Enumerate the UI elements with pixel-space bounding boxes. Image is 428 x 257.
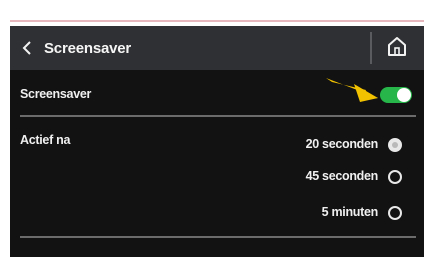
divider-1 <box>20 115 416 117</box>
back-button[interactable]: Screensaver <box>22 34 131 62</box>
home-icon <box>386 35 408 62</box>
option-label-45s: 45 seconden <box>305 169 379 183</box>
option-label-20s: 20 seconden <box>305 137 379 151</box>
option-label-5min: 5 minuten <box>321 205 379 219</box>
chevron-left-icon <box>22 41 32 55</box>
screensaver-label: Screensaver <box>20 87 92 101</box>
divider-2 <box>20 236 416 238</box>
screenshot-frame: Screensaver Screensaver Actief na 20 sec… <box>0 0 428 257</box>
radio-45-seconden[interactable] <box>388 170 402 184</box>
header-bar: Screensaver <box>10 26 424 70</box>
device-screen: Screensaver Screensaver Actief na 20 sec… <box>10 26 424 257</box>
annotation-arrow-icon <box>326 78 378 102</box>
page-title: Screensaver <box>44 39 132 57</box>
screensaver-toggle[interactable] <box>380 87 412 103</box>
top-rule <box>10 20 424 22</box>
radio-5-minuten[interactable] <box>388 206 402 220</box>
header-divider <box>370 32 372 64</box>
toggle-knob <box>397 88 411 102</box>
active-after-label: Actief na <box>20 133 71 147</box>
radio-20-seconden[interactable] <box>388 138 402 152</box>
home-button[interactable] <box>382 34 412 62</box>
